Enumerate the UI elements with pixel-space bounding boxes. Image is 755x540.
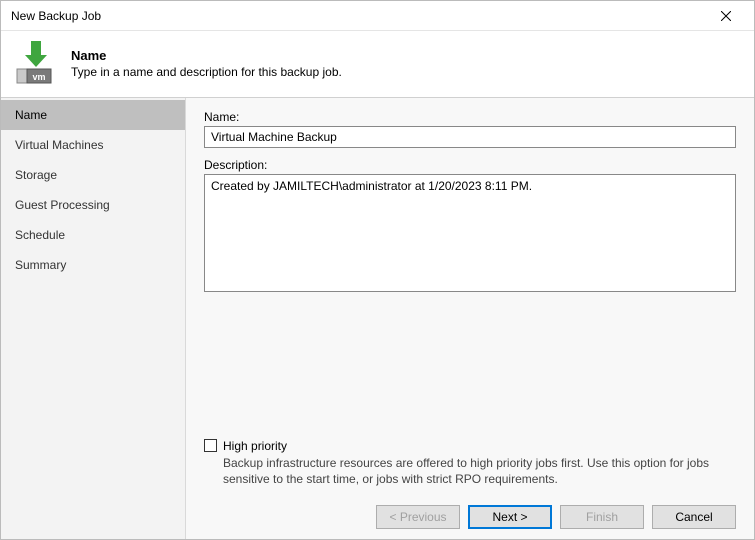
close-button[interactable] bbox=[706, 2, 746, 30]
close-icon bbox=[721, 11, 731, 21]
window-title: New Backup Job bbox=[11, 9, 706, 23]
name-input[interactable] bbox=[204, 126, 736, 148]
wizard-sidebar: Name Virtual Machines Storage Guest Proc… bbox=[1, 98, 186, 539]
dialog-window: New Backup Job vm Name Type in a name an… bbox=[0, 0, 755, 540]
sidebar-item-summary[interactable]: Summary bbox=[1, 250, 185, 280]
header: vm Name Type in a name and description f… bbox=[1, 31, 754, 97]
sidebar-item-name[interactable]: Name bbox=[1, 100, 185, 130]
high-priority-checkbox[interactable] bbox=[204, 439, 217, 452]
svg-text:vm: vm bbox=[32, 72, 45, 82]
high-priority-description: Backup infrastructure resources are offe… bbox=[223, 455, 736, 487]
high-priority-block: High priority Backup infrastructure reso… bbox=[204, 439, 736, 487]
high-priority-label: High priority bbox=[223, 439, 287, 453]
header-subtitle: Type in a name and description for this … bbox=[71, 65, 342, 79]
finish-button: Finish bbox=[560, 505, 644, 529]
description-label: Description: bbox=[204, 158, 736, 172]
sidebar-item-schedule[interactable]: Schedule bbox=[1, 220, 185, 250]
header-title: Name bbox=[71, 48, 342, 63]
sidebar-item-virtual-machines[interactable]: Virtual Machines bbox=[1, 130, 185, 160]
backup-job-icon: vm bbox=[15, 39, 57, 87]
previous-button: < Previous bbox=[376, 505, 460, 529]
next-button[interactable]: Next > bbox=[468, 505, 552, 529]
body: Name Virtual Machines Storage Guest Proc… bbox=[1, 97, 754, 539]
cancel-button[interactable]: Cancel bbox=[652, 505, 736, 529]
main-panel: Name: Description: Created by JAMILTECH\… bbox=[186, 98, 754, 539]
sidebar-item-guest-processing[interactable]: Guest Processing bbox=[1, 190, 185, 220]
sidebar-item-storage[interactable]: Storage bbox=[1, 160, 185, 190]
button-row: < Previous Next > Finish Cancel bbox=[204, 497, 736, 529]
header-text: Name Type in a name and description for … bbox=[71, 48, 342, 79]
name-label: Name: bbox=[204, 110, 736, 124]
description-textarea[interactable]: Created by JAMILTECH\administrator at 1/… bbox=[204, 174, 736, 292]
titlebar: New Backup Job bbox=[1, 1, 754, 31]
